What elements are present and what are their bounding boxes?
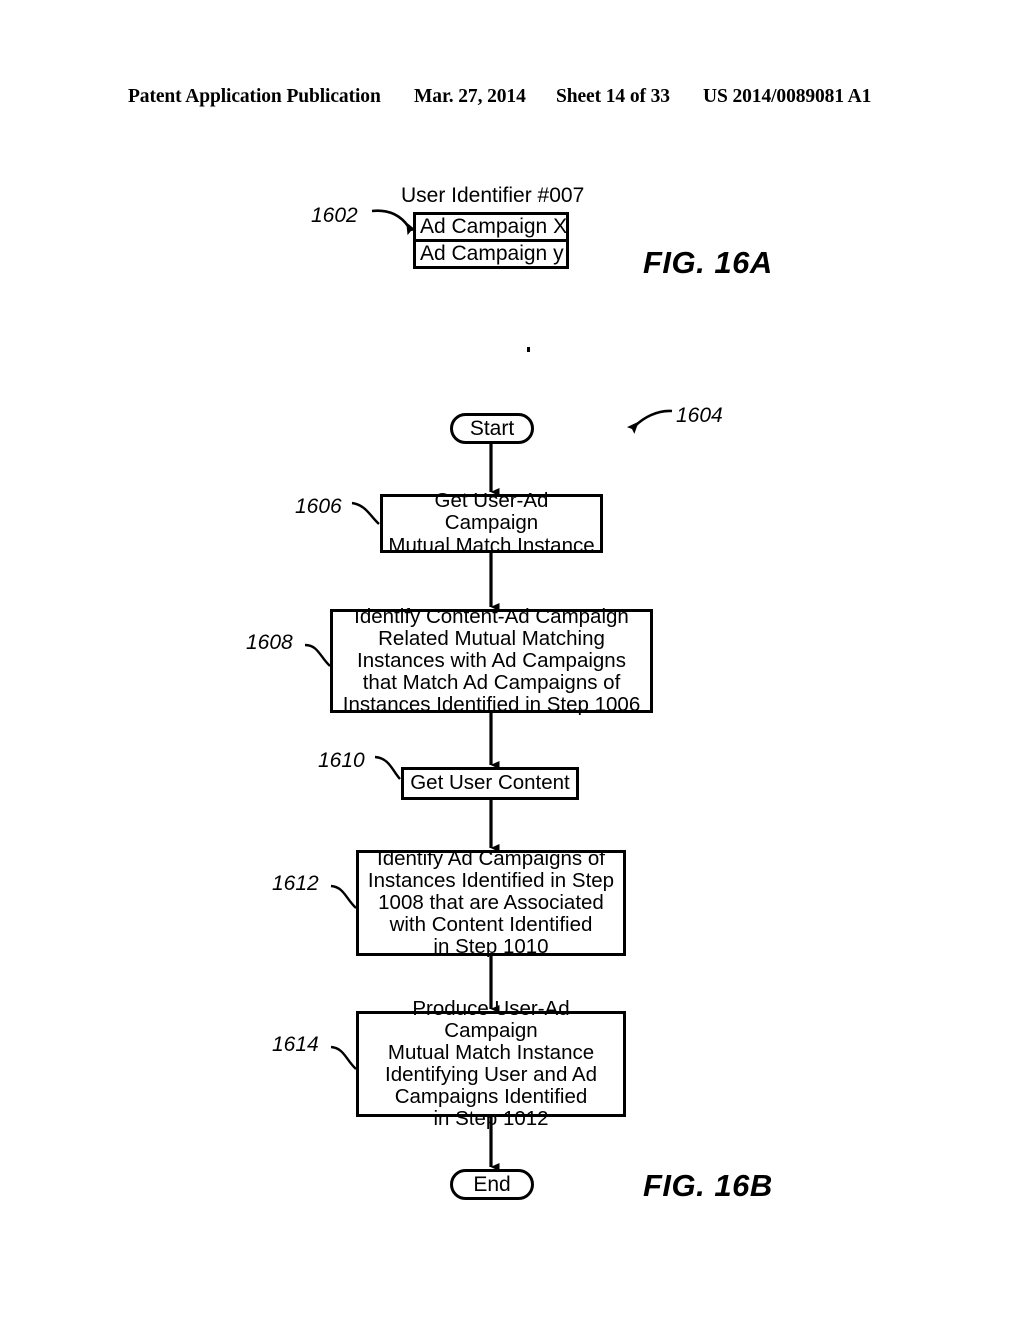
leader-line-1612 [330,884,357,909]
reference-numeral-1602: 1602 [311,204,358,227]
terminator-start: Start [450,413,534,444]
reference-numeral-1614: 1614 [272,1033,319,1056]
patent-drawing-sheet: Patent Application Publication Mar. 27, … [0,0,1024,1320]
reference-numeral-1606: 1606 [295,495,342,518]
reference-numeral-1608: 1608 [246,631,293,654]
leader-line-1606 [351,501,380,525]
figure-caption-16a: FIG. 16A [643,245,773,280]
process-box-1614-text: Produce User-Ad Campaign Mutual Match In… [385,996,597,1131]
process-box-1610: Get User Content [401,767,579,800]
process-box-1606: Get User-Ad Campaign Mutual Match Instan… [380,490,603,556]
process-box-1606-text: Get User-Ad Campaign Mutual Match Instan… [388,489,595,557]
ad-campaign-row-2: Ad Campaign y [416,239,566,266]
figure-caption-16b: FIG. 16B [643,1168,773,1203]
leader-arrow-1602 [371,209,417,236]
reference-numeral-1612: 1612 [272,872,319,895]
leader-line-1608 [304,643,331,667]
process-box-1608-text: Identify Content-Ad Campaign Related Mut… [342,604,641,717]
header-sheet-text: Sheet 14 of 33 [556,86,670,107]
process-box-1612: Identify Ad Campaigns of Instances Ident… [356,846,626,959]
process-box-1614: Produce User-Ad Campaign Mutual Match In… [356,997,626,1130]
terminator-end-label: End [473,1172,511,1196]
user-identifier-label: User Identifier #007 [401,184,585,207]
scan-artifact-speck [527,347,530,352]
reference-numeral-1610: 1610 [318,749,365,772]
leader-line-1610 [374,755,401,780]
process-box-1612-text: Identify Ad Campaigns of Instances Ident… [367,846,615,959]
process-box-1608: Identify Content-Ad Campaign Related Mut… [330,605,653,716]
header-date-text: Mar. 27, 2014 [414,86,526,107]
leader-arrow-1604 [626,409,673,434]
header-publication-text: Patent Application Publication [128,86,381,107]
process-box-1610-text: Get User Content [410,771,570,795]
page-header: Patent Application Publication Mar. 27, … [0,86,1024,112]
reference-numeral-1604: 1604 [676,404,723,427]
user-identifier-record-box: Ad Campaign X Ad Campaign y [413,212,569,269]
ad-campaign-row-1: Ad Campaign X [420,215,568,238]
leader-line-1614 [330,1045,357,1070]
terminator-end: End [450,1169,534,1200]
terminator-start-label: Start [469,416,515,440]
header-patent-number-text: US 2014/0089081 A1 [703,86,872,107]
